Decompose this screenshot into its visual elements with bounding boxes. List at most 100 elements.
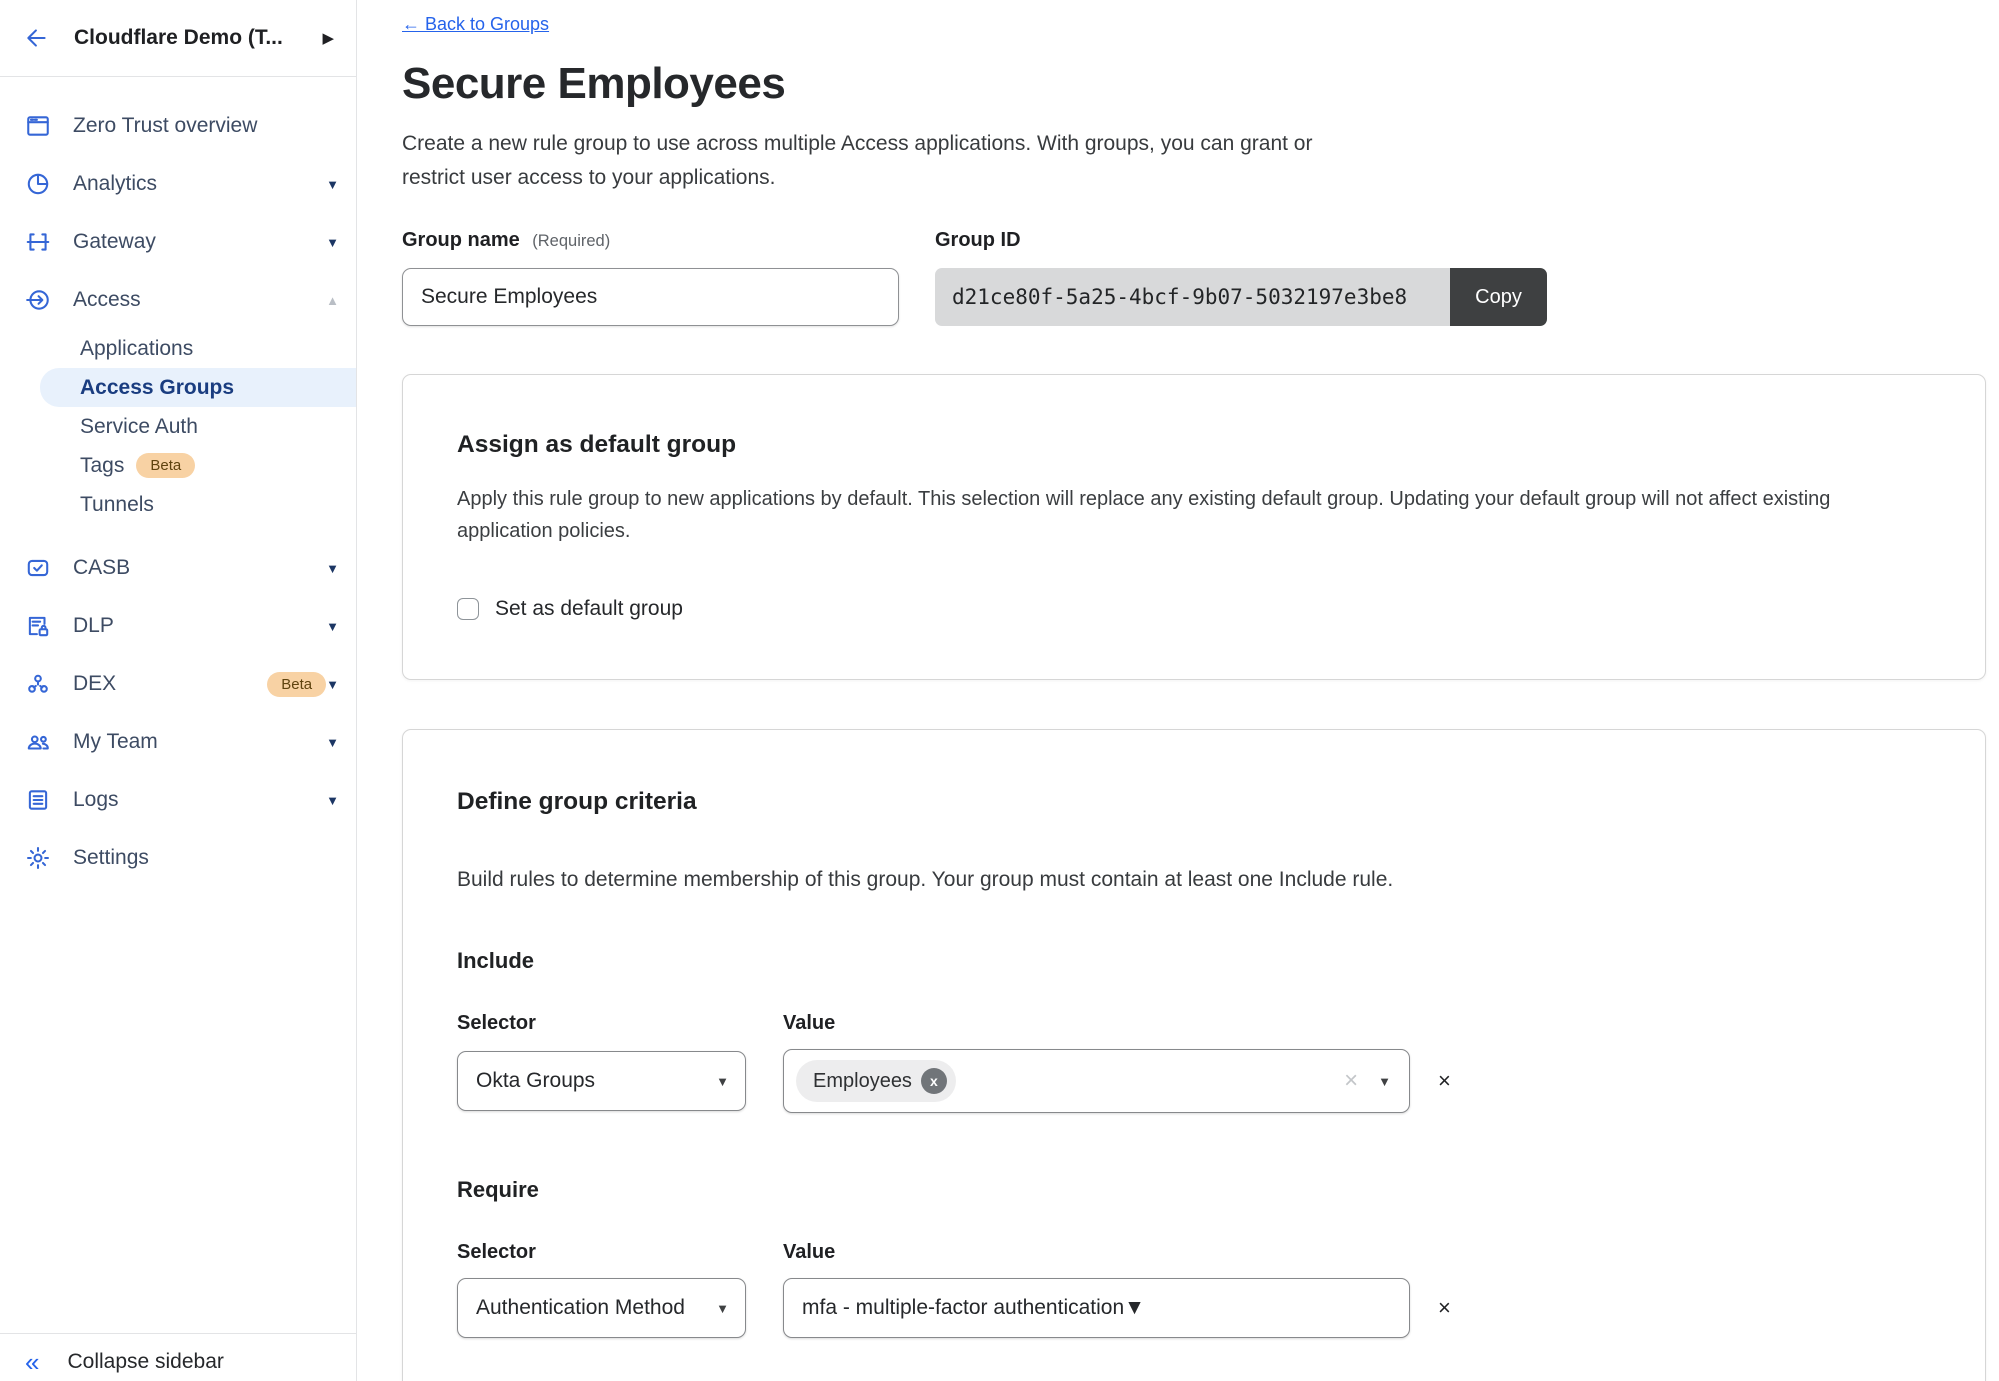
overview-window-icon xyxy=(25,113,51,139)
sidebar-item-label: Zero Trust overview xyxy=(73,114,339,138)
sidebar: Cloudflare Demo (T... ▶ Zero Trust overv… xyxy=(0,0,357,1381)
remove-include-rule-button[interactable]: × xyxy=(1438,1068,1451,1094)
app-window: Cloudflare Demo (T... ▶ Zero Trust overv… xyxy=(0,0,1999,1381)
remove-require-rule-button[interactable]: × xyxy=(1438,1295,1451,1321)
collapse-sidebar-button[interactable]: « Collapse sidebar xyxy=(0,1333,356,1381)
selected-option: Okta Groups xyxy=(476,1069,595,1093)
chevron-down-icon: ▼ xyxy=(326,177,339,192)
team-people-icon xyxy=(25,729,51,755)
copy-button[interactable]: Copy xyxy=(1450,268,1547,326)
beta-badge: Beta xyxy=(136,453,195,478)
sidebar-item-dlp[interactable]: DLP ▼ xyxy=(0,597,356,655)
sidebar-item-my-team[interactable]: My Team ▼ xyxy=(0,713,356,771)
card-title: Assign as default group xyxy=(457,431,1931,459)
checkbox[interactable] xyxy=(457,598,479,620)
sidebar-subitem-label: Service Auth xyxy=(80,415,198,439)
sidebar-item-label: Settings xyxy=(73,846,339,870)
sidebar-item-service-auth[interactable]: Service Auth xyxy=(0,407,356,446)
define-group-criteria-card: Define group criteria Build rules to det… xyxy=(402,729,1986,1381)
collapse-chevrons-icon: « xyxy=(25,1349,39,1375)
sidebar-item-analytics[interactable]: Analytics ▼ xyxy=(0,155,356,213)
dlp-document-lock-icon xyxy=(25,613,51,639)
chevron-down-icon: ▼ xyxy=(326,619,339,634)
chevron-down-icon: ▼ xyxy=(326,235,339,250)
chevron-down-icon: ▼ xyxy=(716,1301,729,1316)
include-value-multiselect[interactable]: Employees x × ▼ xyxy=(783,1049,1410,1113)
sidebar-item-label: Access xyxy=(73,288,326,312)
group-name-id-row: Group name (Required) Group ID d21ce80f-… xyxy=(402,229,1986,326)
value-chip: Employees x xyxy=(796,1060,956,1102)
chip-label: Employees xyxy=(813,1070,912,1093)
main-content: ← Back to Groups Secure Employees Create… xyxy=(357,0,1999,1381)
group-id-block: Group ID d21ce80f-5a25-4bcf-9b07-5032197… xyxy=(935,229,1547,326)
chevron-down-icon: ▼ xyxy=(716,1074,729,1089)
chevron-up-icon: ▲ xyxy=(326,293,339,308)
sidebar-item-label: Gateway xyxy=(73,230,326,254)
chevron-down-icon: ▼ xyxy=(326,677,339,692)
sidebar-item-settings[interactable]: Settings xyxy=(0,829,356,887)
card-title: Define group criteria xyxy=(457,788,1931,816)
sidebar-subitem-label: Applications xyxy=(80,337,193,361)
sidebar-subitem-label: Tags xyxy=(80,454,124,478)
sidebar-item-label: CASB xyxy=(73,556,326,580)
chevron-down-icon: ▼ xyxy=(326,561,339,576)
assign-default-group-card: Assign as default group Apply this rule … xyxy=(402,374,1986,680)
sidebar-header: Cloudflare Demo (T... ▶ xyxy=(0,0,356,77)
sidebar-item-dex[interactable]: DEX Beta ▼ xyxy=(0,655,356,713)
page-description: Create a new rule group to use across mu… xyxy=(402,127,1377,195)
chip-remove-icon[interactable]: x xyxy=(921,1068,947,1094)
dex-network-icon xyxy=(25,671,51,697)
sidebar-item-logs[interactable]: Logs ▼ xyxy=(0,771,356,829)
sidebar-item-gateway[interactable]: Gateway ▼ xyxy=(0,213,356,271)
chevron-down-icon: ▼ xyxy=(1378,1074,1391,1089)
sidebar-item-label: DLP xyxy=(73,614,326,638)
chevron-down-icon: ▼ xyxy=(326,735,339,750)
access-icon xyxy=(25,287,51,313)
card-description: Build rules to determine membership of t… xyxy=(457,868,1931,892)
include-title: Include xyxy=(457,948,1931,974)
sidebar-subitem-label: Tunnels xyxy=(80,493,154,517)
set-default-group-checkbox-row[interactable]: Set as default group xyxy=(457,597,1931,621)
card-description: Apply this rule group to new application… xyxy=(457,483,1931,547)
group-id-value: d21ce80f-5a25-4bcf-9b07-5032197e3be8 xyxy=(935,268,1450,326)
sidebar-subitem-label: Access Groups xyxy=(80,376,234,400)
sidebar-item-access-groups[interactable]: Access Groups xyxy=(40,368,356,407)
analytics-pie-icon xyxy=(25,171,51,197)
checkbox-label: Set as default group xyxy=(495,597,683,621)
selected-option: mfa - multiple-factor authentication xyxy=(802,1296,1124,1320)
back-to-groups-link[interactable]: ← Back to Groups xyxy=(402,14,549,35)
sidebar-nav: Zero Trust overview Analytics ▼ Gateway … xyxy=(0,77,356,887)
value-label: Value xyxy=(783,1012,835,1035)
chevron-down-icon: ▼ xyxy=(1124,1296,1145,1320)
group-id-label: Group ID xyxy=(935,229,1021,251)
group-name-field-block: Group name (Required) xyxy=(402,229,899,326)
selected-option: Authentication Method xyxy=(476,1296,685,1320)
expand-account-icon[interactable]: ▶ xyxy=(318,25,338,51)
group-name-input[interactable] xyxy=(402,268,899,326)
beta-badge: Beta xyxy=(267,672,326,697)
require-selector-dropdown[interactable]: Authentication Method ▼ xyxy=(457,1278,746,1338)
access-submenu: Applications Access Groups Service Auth … xyxy=(0,329,356,524)
include-selector-dropdown[interactable]: Okta Groups ▼ xyxy=(457,1051,746,1111)
chevron-down-icon: ▼ xyxy=(326,793,339,808)
clear-values-icon[interactable]: × xyxy=(1344,1069,1358,1093)
sidebar-item-zero-trust-overview[interactable]: Zero Trust overview xyxy=(0,97,356,155)
back-arrow-icon[interactable] xyxy=(22,23,52,53)
group-name-label: Group name xyxy=(402,229,520,251)
sidebar-item-tunnels[interactable]: Tunnels xyxy=(0,485,356,524)
page-title: Secure Employees xyxy=(402,59,1986,109)
sidebar-item-tags[interactable]: Tags Beta xyxy=(0,446,356,485)
casb-icon xyxy=(25,555,51,581)
account-title: Cloudflare Demo (T... xyxy=(74,26,318,50)
gear-icon xyxy=(25,845,51,871)
gateway-icon xyxy=(25,229,51,255)
sidebar-item-applications[interactable]: Applications xyxy=(0,329,356,368)
require-value-dropdown[interactable]: mfa - multiple-factor authentication ▼ xyxy=(783,1278,1410,1338)
sidebar-item-access[interactable]: Access ▲ xyxy=(0,271,356,329)
require-rule-section: Require Selector Value Authentication Me… xyxy=(457,1177,1931,1338)
require-title: Require xyxy=(457,1177,1931,1203)
sidebar-item-casb[interactable]: CASB ▼ xyxy=(0,539,356,597)
selector-label: Selector xyxy=(457,1241,783,1264)
sidebar-item-label: Logs xyxy=(73,788,326,812)
include-rule-section: Include Selector Value Okta Groups ▼ Emp… xyxy=(457,948,1931,1113)
